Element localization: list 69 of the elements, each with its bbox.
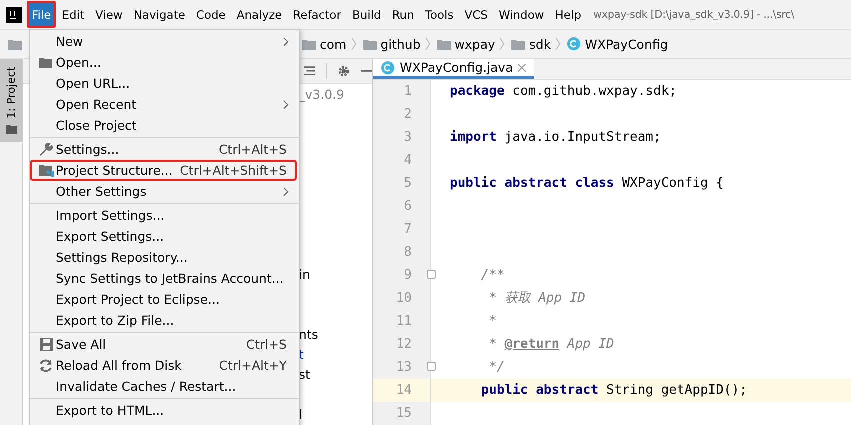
menu-bar-item[interactable]: Edit	[57, 1, 90, 28]
menu-item[interactable]: Open...	[30, 52, 297, 73]
code-line: package com.github.wxpay.sdk;	[450, 83, 677, 101]
breadcrumb[interactable]: wxpay	[454, 36, 496, 52]
code-line: *	[488, 313, 497, 331]
menu-bar-item[interactable]: File	[27, 1, 56, 28]
line-number: 8	[404, 245, 412, 260]
breadcrumb[interactable]: github	[380, 36, 421, 52]
tree-item[interactable]: nts	[299, 327, 318, 342]
code-line: /**	[481, 267, 505, 285]
line-number: 9	[404, 268, 412, 283]
menu-bar-item[interactable]: Build	[347, 1, 386, 28]
tree-item[interactable]: t	[299, 347, 304, 362]
menu-item[interactable]: Reload All from Disk Ctrl+Alt+Y	[30, 355, 297, 376]
code-line: * @return App ID	[488, 336, 614, 354]
menu-item[interactable]: Close Project	[30, 115, 297, 136]
menu-item[interactable]: Import Settings...	[30, 205, 297, 226]
menu-item[interactable]: Open Recent	[30, 94, 297, 115]
line-number: 6	[404, 199, 412, 214]
tree-item[interactable]: _v3.0.9	[299, 87, 344, 102]
menu-item[interactable]: New	[30, 31, 297, 52]
menu-item[interactable]: Export Project to Eclipse...	[30, 289, 297, 310]
line-number: 14	[396, 383, 412, 398]
menu-item[interactable]: Export to Zip File...	[30, 310, 297, 331]
code-line: public abstract String getAppID();	[481, 382, 748, 400]
line-number: 1	[404, 84, 412, 99]
line-number: 7	[404, 222, 412, 237]
menu-bar-item[interactable]: Analyze	[232, 1, 288, 28]
menu-bar-item[interactable]: View	[90, 1, 128, 28]
menu-bar-item[interactable]: Code	[191, 1, 231, 28]
line-number: 4	[404, 153, 412, 168]
menu-bar-item[interactable]: Window	[494, 1, 550, 28]
menu-item[interactable]: Settings Repository...	[30, 247, 297, 268]
menu-bar-item[interactable]: Navigate	[128, 1, 190, 28]
menu-bar-item[interactable]: Refactor	[288, 1, 346, 28]
menu-item[interactable]: Settings... Ctrl+Alt+S	[30, 139, 297, 160]
menu-item[interactable]: Sync Settings to JetBrains Account...	[30, 268, 297, 289]
line-number: 15	[396, 406, 412, 421]
tree-item[interactable]: st	[299, 367, 310, 382]
menu-item[interactable]: Export Settings...	[30, 226, 297, 247]
project-tool-tab[interactable]: 1: Project	[0, 59, 22, 142]
menu-bar-item[interactable]: Tools	[420, 1, 459, 28]
code-line: public abstract class WXPayConfig {	[450, 175, 724, 193]
menu-item[interactable]: Export to HTML...	[30, 400, 297, 421]
menu-item[interactable]: Save All Ctrl+S	[30, 334, 297, 355]
breadcrumb[interactable]: com	[320, 36, 347, 52]
code-line: * 获取 App ID	[488, 290, 586, 308]
tree-item[interactable]: in	[299, 267, 310, 282]
line-number: 13	[396, 360, 412, 375]
line-number: 2	[404, 107, 412, 122]
menu-item[interactable]: Invalidate Caches / Restart...	[30, 376, 297, 397]
line-number: 12	[396, 337, 412, 352]
window-title: wxpay-sdk [D:\java_sdk_v3.0.9] - ...\src\	[594, 8, 794, 20]
menu-bar-item[interactable]: VCS	[460, 1, 493, 28]
line-number: 11	[396, 314, 412, 329]
editor-tab[interactable]: WXPayConfig.java	[373, 59, 534, 79]
menu-bar-item[interactable]: Help	[550, 1, 586, 28]
menu-bar-item[interactable]: Run	[387, 1, 420, 28]
breadcrumb[interactable]: WXPayConfig	[585, 36, 668, 52]
code-line: */	[488, 359, 505, 377]
menu-item[interactable]: Open URL...	[30, 73, 297, 94]
menu-item[interactable]: Project Structure... Ctrl+Alt+Shift+S	[30, 160, 297, 181]
menu-item[interactable]: Other Settings	[30, 181, 297, 202]
code-line: import java.io.InputStream;	[450, 129, 662, 147]
tree-item[interactable]: l	[299, 407, 302, 422]
line-number: 3	[404, 130, 412, 145]
breadcrumb[interactable]: sdk	[529, 36, 552, 52]
line-number: 5	[404, 176, 412, 191]
line-number: 10	[396, 291, 412, 306]
